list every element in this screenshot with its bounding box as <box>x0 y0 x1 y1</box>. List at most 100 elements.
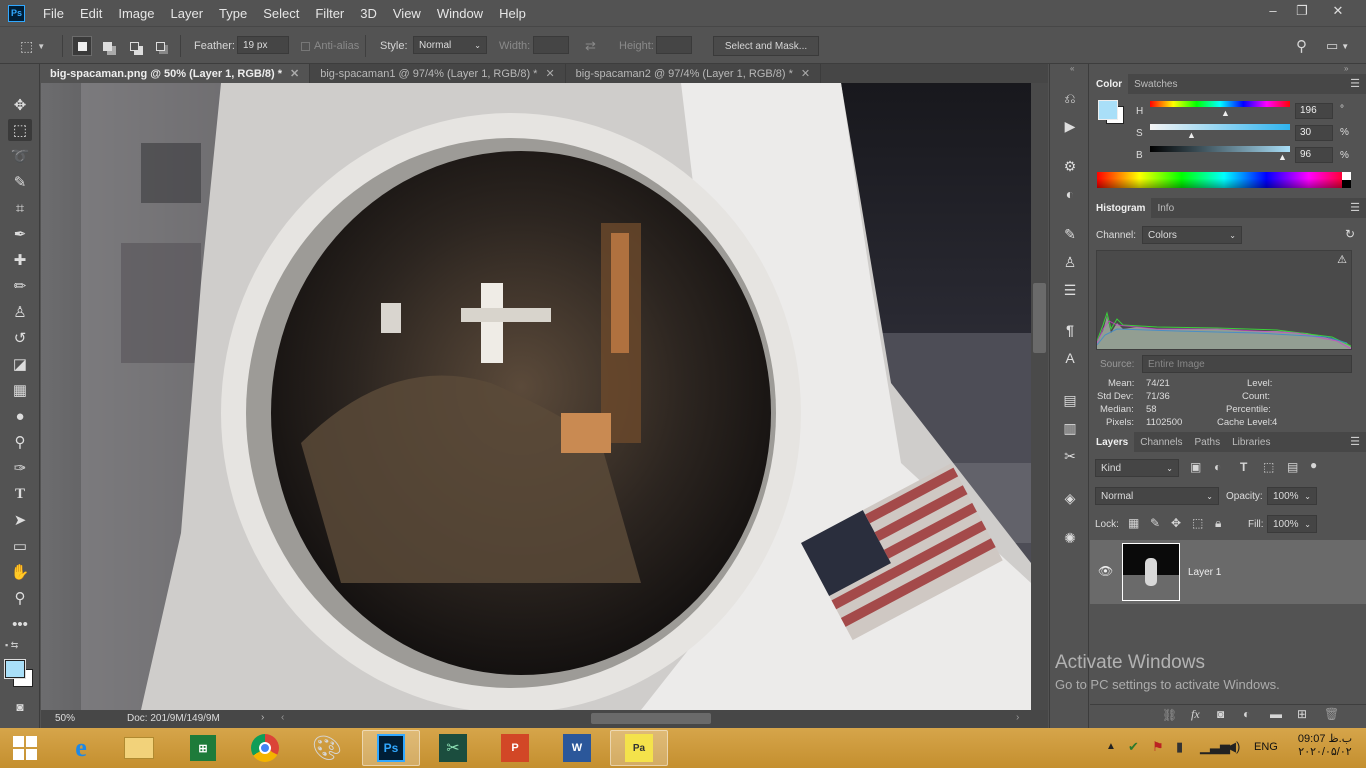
media-player-icon[interactable]: Pa <box>610 730 668 766</box>
layer-row[interactable]: 👁︎ Layer 1 <box>1090 540 1366 604</box>
tab-color[interactable]: Color <box>1090 74 1129 94</box>
chrome-icon[interactable] <box>242 730 288 766</box>
menu-filter[interactable]: Filter <box>307 6 352 21</box>
marquee-tool-icon[interactable]: ⬚ <box>8 119 32 141</box>
menu-file[interactable]: File <box>35 6 72 21</box>
filter-toggle-icon[interactable]: ● <box>1310 458 1317 472</box>
brush-settings-icon[interactable]: ✎ <box>1060 224 1080 244</box>
move-tool-icon[interactable]: ✥ <box>8 94 32 116</box>
panel-menu-icon[interactable]: ☰ <box>1350 77 1360 90</box>
flag-icon[interactable]: ⚑ <box>1152 739 1164 755</box>
source-select[interactable]: Entire Image <box>1142 355 1352 373</box>
style-select[interactable]: Normal ⌄ <box>413 36 487 54</box>
opacity-input[interactable]: 100% ⌄ <box>1267 487 1317 505</box>
properties-panel-icon[interactable]: ☰ <box>1060 280 1080 300</box>
intersect-selection-icon[interactable] <box>150 36 170 56</box>
search-icon[interactable]: ⚲ <box>1296 36 1307 56</box>
filter-adjustment-icon[interactable]: ◐ <box>1214 460 1221 474</box>
lock-image-icon[interactable]: ✎ <box>1150 516 1160 530</box>
actions-panel-icon[interactable]: ▶ <box>1060 116 1080 136</box>
panel-menu-icon[interactable]: ☰ <box>1350 435 1360 448</box>
link-layers-icon[interactable]: ⛓ <box>1162 708 1177 722</box>
type-tool-icon[interactable]: T <box>8 483 32 505</box>
rectangle-tool-icon[interactable]: ▭ <box>8 535 32 557</box>
tab-histogram[interactable]: Histogram <box>1090 198 1152 218</box>
fill-input[interactable]: 100% ⌄ <box>1267 515 1317 533</box>
panel-menu-icon[interactable]: ☰ <box>1350 201 1360 214</box>
zoom-level[interactable]: 50% <box>55 713 75 724</box>
foreground-color-swatch[interactable] <box>4 659 26 679</box>
hue-slider-handle-icon[interactable]: ▲ <box>1221 108 1230 118</box>
delete-layer-icon[interactable]: 🗑︎ <box>1324 707 1339 721</box>
select-and-mask-button[interactable]: Select and Mask... <box>713 36 819 56</box>
crop-tool-icon[interactable]: ⌗ <box>8 197 32 219</box>
start-button[interactable] <box>2 730 48 766</box>
healing-brush-icon[interactable]: ✚ <box>8 249 32 271</box>
quick-select-tool-icon[interactable]: ✎ <box>8 171 32 193</box>
close-icon[interactable]: ✕ <box>801 67 810 80</box>
tab-layers[interactable]: Layers <box>1090 432 1135 452</box>
quick-mask-icon[interactable]: ◙ <box>8 696 32 718</box>
status-menu-arrow-icon[interactable]: › <box>261 712 264 723</box>
menu-3d[interactable]: 3D <box>352 6 385 21</box>
scroll-thumb[interactable] <box>1033 283 1046 353</box>
tab-document-2[interactable]: big-spacaman1 @ 97/4% (Layer 1, RGB/8) *… <box>310 64 566 83</box>
new-layer-icon[interactable]: ⊞ <box>1297 707 1307 721</box>
collapse-panels-icon[interactable]: « <box>1070 64 1074 73</box>
subtract-selection-icon[interactable] <box>124 36 144 56</box>
clone-source-icon[interactable]: ♙ <box>1060 252 1080 272</box>
marquee-tool-preset[interactable]: ⬚ ▼ <box>20 36 45 56</box>
swap-icon[interactable]: ⇄ <box>585 36 596 56</box>
blur-tool-icon[interactable]: ● <box>8 405 32 427</box>
brush-tool-icon[interactable]: ✏ <box>8 275 32 297</box>
filter-smart-object-icon[interactable]: ▤ <box>1287 460 1298 474</box>
filter-shape-icon[interactable]: ⬚ <box>1263 460 1274 474</box>
fx-icon[interactable]: fx <box>1191 707 1200 722</box>
clock[interactable]: 09:07 ب.ظ ۲۰۲۰/۰۵/۰۲ <box>1290 732 1360 758</box>
file-explorer-icon[interactable] <box>116 730 162 766</box>
brightness-value[interactable]: 96 <box>1295 147 1333 163</box>
security-icon[interactable]: ✔ <box>1128 739 1139 755</box>
powerpoint-icon[interactable]: P <box>492 730 538 766</box>
paint-icon[interactable]: 🎨︎ <box>304 730 350 766</box>
clone-stamp-icon[interactable]: ♙ <box>8 301 32 323</box>
saturation-value[interactable]: 30 <box>1295 125 1333 141</box>
dodge-tool-icon[interactable]: ⚲ <box>8 431 32 453</box>
minimize-button[interactable]: – <box>1261 3 1285 18</box>
menu-view[interactable]: View <box>385 6 429 21</box>
tab-channels[interactable]: Channels <box>1134 432 1188 452</box>
zoom-tool-icon[interactable]: ⚲ <box>8 587 32 609</box>
glyphs-panel-icon[interactable]: ▥ <box>1060 418 1080 438</box>
ie-icon[interactable]: e <box>58 730 104 766</box>
saturation-slider[interactable] <box>1150 124 1290 130</box>
refresh-icon[interactable]: ↻ <box>1345 227 1355 241</box>
feather-input[interactable]: 19 px <box>237 36 289 54</box>
tab-paths[interactable]: Paths <box>1189 432 1227 452</box>
layer-filter-select[interactable]: Kind ⌄ <box>1095 459 1179 477</box>
camtasia-icon[interactable]: ✂ <box>430 730 476 766</box>
add-selection-icon[interactable] <box>97 36 117 56</box>
add-mask-icon[interactable]: ◙ <box>1217 707 1224 721</box>
brightness-slider[interactable] <box>1150 146 1290 152</box>
notes-panel-icon[interactable]: ▤ <box>1060 390 1080 410</box>
volume-icon[interactable]: ◀) <box>1226 739 1240 755</box>
antialias-checkbox[interactable]: Anti-alias <box>301 36 359 56</box>
character-panel-icon[interactable]: A <box>1060 348 1080 368</box>
eraser-tool-icon[interactable]: ◪ <box>8 353 32 375</box>
pen-tool-icon[interactable]: ✑ <box>8 457 32 479</box>
hue-slider[interactable] <box>1150 101 1290 107</box>
menu-type[interactable]: Type <box>211 6 255 21</box>
tab-libraries[interactable]: Libraries <box>1226 432 1276 452</box>
battery-icon[interactable]: ▮ <box>1176 739 1183 755</box>
3d-panel-icon[interactable]: ◈ <box>1060 488 1080 508</box>
fg-color-chip[interactable] <box>1098 100 1118 120</box>
word-icon[interactable]: W <box>554 730 600 766</box>
adjustment-layer-icon[interactable]: ◐ <box>1243 707 1250 721</box>
workspace-icon[interactable]: ▭ ▼ <box>1326 36 1349 56</box>
color-spectrum-ramp[interactable] <box>1097 172 1351 188</box>
menu-image[interactable]: Image <box>110 6 162 21</box>
history-panel-icon[interactable]: ⎌ <box>1060 88 1080 108</box>
height-input[interactable] <box>656 36 692 54</box>
document-canvas[interactable] <box>41 83 1031 710</box>
eyedropper-tool-icon[interactable]: ✒ <box>8 223 32 245</box>
